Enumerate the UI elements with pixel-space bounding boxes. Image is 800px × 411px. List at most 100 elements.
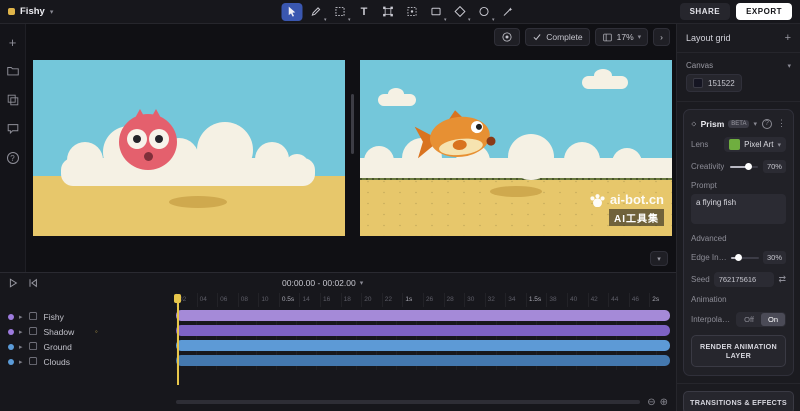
- folder-icon[interactable]: [5, 63, 21, 79]
- ruler-tick-label: 26: [423, 293, 444, 307]
- creativity-value[interactable]: 70%: [763, 160, 786, 173]
- layer-name[interactable]: Ground: [44, 342, 72, 352]
- playhead-handle[interactable]: [174, 294, 181, 303]
- chevron-right-icon[interactable]: ▸: [19, 358, 23, 366]
- text-tool[interactable]: T: [354, 3, 375, 21]
- zoom-out-icon[interactable]: ⊖: [647, 397, 655, 408]
- more-options-icon[interactable]: ⋮: [777, 118, 786, 129]
- color-hex-value[interactable]: 151522: [708, 79, 735, 88]
- canvas-section-header[interactable]: Canvas ▾: [677, 53, 800, 74]
- zoom-dropdown[interactable]: 17% ▾: [595, 28, 649, 46]
- creativity-slider[interactable]: [730, 166, 758, 168]
- tool-dropdown-caret[interactable]: ▾: [324, 17, 327, 23]
- time-range-display[interactable]: 00:00.00 - 00:02.00 ▾: [282, 278, 363, 288]
- cursor-tool[interactable]: [282, 3, 303, 21]
- edge-influence-slider[interactable]: [731, 257, 759, 259]
- next-frame-button[interactable]: ›: [653, 28, 670, 46]
- edge-influence-value[interactable]: 30%: [763, 251, 786, 264]
- chevron-right-icon[interactable]: ▸: [19, 328, 23, 336]
- lens-dropdown[interactable]: Pixel Art ▾: [724, 137, 786, 152]
- wand-tool[interactable]: [498, 3, 519, 21]
- timeline-ruler[interactable]: 02 04 06 08 10 0.5s 14: [176, 293, 670, 307]
- layer-row[interactable]: ▸ Fishy: [0, 309, 176, 324]
- frames-icon[interactable]: [5, 92, 21, 108]
- prism-panel: Prism BETA ▾ ? ⋮ Lens Pixel Art ▾: [683, 109, 794, 376]
- layer-row[interactable]: ▸ Clouds: [0, 354, 176, 369]
- edge-influence-row: Edge Influence 30%: [691, 251, 786, 264]
- slider-knob[interactable]: [735, 254, 742, 261]
- help-icon[interactable]: ?: [5, 150, 21, 166]
- record-button[interactable]: [494, 28, 520, 46]
- complete-label: Complete: [546, 32, 582, 42]
- tool-dropdown-caret[interactable]: ▾: [492, 17, 495, 23]
- track-clip-bar[interactable]: [176, 355, 670, 366]
- render-animation-layer-button[interactable]: RENDER ANIMATION LAYER: [691, 335, 786, 367]
- animation-label: Animation: [691, 295, 737, 304]
- rectangle-shape-tool[interactable]: ▾: [426, 3, 447, 21]
- sky-cloud: [388, 88, 404, 100]
- transform-tool[interactable]: [378, 3, 399, 21]
- tool-dropdown-caret[interactable]: ▾: [348, 17, 351, 23]
- tool-dropdown-caret[interactable]: ▾: [444, 17, 447, 23]
- shuffle-seed-icon[interactable]: ⇄: [778, 274, 786, 285]
- canvas-viewport[interactable]: Complete 17% ▾ ›: [26, 24, 676, 272]
- play-button[interactable]: [7, 277, 19, 289]
- layer-name[interactable]: Clouds: [44, 357, 70, 367]
- export-button[interactable]: EXPORT: [736, 3, 792, 20]
- artboard-frame-1[interactable]: [33, 60, 345, 236]
- comments-icon[interactable]: [5, 121, 21, 137]
- canvas-divider-handle[interactable]: [351, 94, 354, 154]
- share-button[interactable]: SHARE: [680, 3, 731, 20]
- playhead-line[interactable]: [177, 295, 179, 385]
- chevron-right-icon[interactable]: ▸: [19, 313, 23, 321]
- prism-header[interactable]: Prism BETA ▾ ? ⋮: [691, 118, 786, 129]
- seed-input[interactable]: [714, 272, 775, 287]
- layer-name[interactable]: Shadow: [44, 327, 75, 337]
- workspace-column: + ?: [0, 24, 676, 411]
- slider-knob[interactable]: [745, 163, 752, 170]
- track-clip-bar[interactable]: [176, 340, 670, 351]
- transitions-effects-button[interactable]: TRANSITIONS & EFFECTS: [683, 391, 794, 411]
- document-name[interactable]: Fishy: [20, 6, 45, 17]
- timeline-horizontal-scrollbar[interactable]: [176, 400, 640, 404]
- pen-tool[interactable]: ▾: [306, 3, 327, 21]
- prompt-input[interactable]: a flying fish: [691, 194, 786, 224]
- help-circle-icon[interactable]: ?: [762, 119, 772, 129]
- add-layout-grid-button[interactable]: +: [785, 32, 791, 44]
- color-swatch[interactable]: [693, 78, 703, 88]
- layer-row[interactable]: ▸ Shadow ◦: [0, 324, 176, 339]
- ruler-tick-label: 16: [320, 293, 341, 307]
- creativity-row: Creativity 70%: [691, 160, 786, 173]
- marquee-tool[interactable]: ▾: [330, 3, 351, 21]
- canvas-color-field[interactable]: 151522: [686, 74, 742, 92]
- interpolation-label: Interpolation: [691, 315, 732, 324]
- chevron-down-icon[interactable]: ▾: [50, 8, 54, 16]
- layer-color-dot: [8, 344, 14, 350]
- ruler-tick-label: 0.5s: [279, 293, 300, 307]
- select-area-tool[interactable]: [402, 3, 423, 21]
- interpolation-off-option[interactable]: Off: [737, 313, 761, 326]
- artboard-frame-2[interactable]: ai-bot.cn AI工具集: [360, 60, 672, 236]
- chevron-down-icon[interactable]: ▾: [787, 62, 791, 70]
- ruler-tick-label: 22: [382, 293, 403, 307]
- chevron-down-icon[interactable]: ▾: [753, 120, 757, 128]
- check-icon: [532, 32, 542, 42]
- skip-to-start-button[interactable]: [27, 277, 39, 289]
- layer-row[interactable]: ▸ Ground: [0, 339, 176, 354]
- track-clip-bar[interactable]: [176, 325, 670, 336]
- stamp-tool[interactable]: ▾: [450, 3, 471, 21]
- zoom-in-icon[interactable]: ⊕: [660, 397, 668, 408]
- complete-button[interactable]: Complete: [525, 28, 589, 46]
- chevron-right-icon[interactable]: ▸: [19, 343, 23, 351]
- track-clip-bar[interactable]: [176, 310, 670, 321]
- layer-name[interactable]: Fishy: [44, 312, 64, 322]
- add-icon[interactable]: +: [5, 34, 21, 50]
- document-title-menu[interactable]: Fishy ▾: [8, 6, 53, 17]
- layer-color-dot: [8, 359, 14, 365]
- layout-grid-row[interactable]: Layout grid +: [677, 24, 800, 53]
- ruler-tick-label: 38: [546, 293, 567, 307]
- tool-dropdown-caret[interactable]: ▾: [468, 17, 471, 23]
- interpolation-on-option[interactable]: On: [761, 313, 785, 326]
- shapes-tool[interactable]: ▾: [474, 3, 495, 21]
- collapse-panel-button[interactable]: ▾: [650, 251, 668, 266]
